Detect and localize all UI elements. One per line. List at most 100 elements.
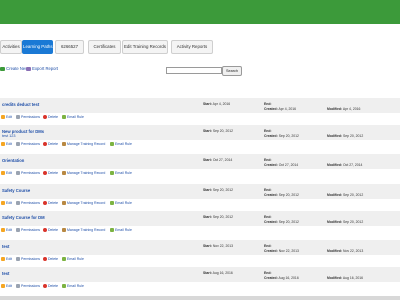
end-field: End: [264, 102, 272, 106]
mail-icon [62, 115, 66, 120]
permissions-button[interactable]: Permissions [16, 171, 41, 176]
delete-button[interactable]: Delete [43, 284, 58, 289]
end-field: End: [264, 215, 272, 219]
modified-field: Modified: Sep 20, 2012 [327, 220, 363, 224]
permissions-label: Permissions [21, 228, 41, 232]
lock-icon [16, 257, 20, 262]
tab-certificates[interactable]: Certificates [88, 40, 121, 54]
tab-learning-paths[interactable]: Learning Paths [22, 40, 53, 54]
created-label: Created: [264, 107, 278, 111]
end-field: End: [264, 129, 272, 133]
end-field: End: [264, 158, 272, 162]
edit-button[interactable]: Edit [1, 115, 12, 120]
email-rule-button[interactable]: Email Rule [62, 284, 84, 289]
email-rule-button[interactable]: Email Rule [62, 257, 84, 262]
edit-button[interactable]: Edit [1, 284, 13, 289]
path-actions: Edit Permissions Delete Email Rule [0, 114, 400, 122]
permissions-button[interactable]: Permissions [16, 257, 40, 262]
pencil-icon [1, 115, 5, 120]
tab-edit-training-records[interactable]: Edit Training Records [122, 40, 168, 54]
email-rule-button[interactable]: Email Rule [110, 171, 132, 176]
path-actions: Edit Permissions Delete Manage Training Rec… [0, 141, 400, 149]
email-rule-label: Email Rule [67, 257, 84, 261]
delete-button[interactable]: Delete [43, 228, 58, 233]
pencil-icon [1, 228, 5, 233]
permissions-button[interactable]: Permissions [16, 142, 41, 147]
email-rule-button[interactable]: Email Rule [110, 142, 132, 147]
path-name-link[interactable]: test [2, 271, 9, 276]
add-icon [0, 66, 5, 71]
path-name-link[interactable]: Safety Course [2, 188, 30, 193]
export-report-link[interactable]: Export Report [26, 66, 58, 71]
delete-button[interactable]: Delete [43, 171, 59, 176]
created-label: Created: [264, 163, 278, 167]
delete-button[interactable]: Delete [43, 201, 59, 206]
permissions-button[interactable]: Permissions [16, 284, 40, 289]
edit-label: Edit [6, 257, 13, 261]
path-name-link[interactable]: credits deduct test [2, 102, 39, 107]
edit-button[interactable]: Edit [1, 257, 13, 262]
start-value: Nov 22, 2013 [212, 244, 233, 248]
end-label: End: [264, 102, 272, 106]
edit-button[interactable]: Edit [1, 142, 12, 147]
permissions-button[interactable]: Permissions [16, 115, 40, 120]
delete-label: Delete [48, 201, 59, 205]
path-name-link[interactable]: Orientation [2, 158, 24, 163]
path-name-link[interactable]: Safety Course for DM [2, 215, 45, 220]
manage-training-record-label: Manage Training Record [67, 171, 106, 175]
delete-label: Delete [48, 171, 59, 175]
modified-value: Sep 20, 2012 [343, 220, 364, 224]
start-value: Sep 20, 2012 [212, 215, 233, 219]
lock-icon [16, 201, 20, 206]
start-field: Start: Sep 20, 2012 [203, 215, 233, 219]
search-button[interactable]: Search [222, 66, 242, 76]
search-input[interactable] [166, 67, 222, 74]
start-label: Start: [203, 244, 212, 248]
modified-label: Modified: [327, 107, 343, 111]
permissions-label: Permissions [21, 142, 41, 146]
manage-training-record-button[interactable]: Manage Training Record [62, 171, 106, 176]
created-field: Created: Sep 20, 2012 [264, 220, 299, 224]
email-rule-label: Email Rule [115, 142, 132, 146]
delete-button[interactable]: Delete [43, 115, 58, 120]
learning-path-item: test Start: Nov 22, 2013 End: Created: Nov … [0, 240, 400, 264]
footer-bar [0, 296, 400, 300]
path-name-link[interactable]: test [2, 244, 9, 249]
edit-button[interactable]: Edit [1, 228, 12, 233]
email-rule-button[interactable]: Email Rule [110, 201, 132, 206]
mail-icon [110, 171, 114, 176]
start-label: Start: [203, 129, 212, 133]
permissions-button[interactable]: Permissions [16, 201, 40, 206]
delete-button[interactable]: Delete [43, 142, 59, 147]
modified-label: Modified: [327, 276, 343, 280]
email-rule-button[interactable]: Email Rule [110, 228, 132, 233]
tab-6266527[interactable]: 6266527 [55, 40, 84, 54]
edit-button[interactable]: Edit [1, 171, 12, 176]
start-field: Start: Sep 20, 2012 [203, 188, 233, 192]
created-value: Sep 20, 2012 [278, 134, 299, 138]
pencil-icon [1, 201, 5, 206]
created-field: Created: Oct 27, 2014 [264, 163, 298, 167]
email-rule-button[interactable]: Email Rule [62, 115, 84, 120]
delete-label: Delete [48, 142, 59, 146]
delete-button[interactable]: Delete [43, 257, 58, 262]
start-field: Start: Oct 27, 2014 [203, 158, 232, 162]
learning-path-item: test Start: Aug 16, 2016 End: Created: Aug … [0, 267, 400, 291]
create-new-link[interactable]: Create New [0, 66, 28, 71]
tab-activities[interactable]: Activities [0, 40, 22, 54]
manage-training-record-button[interactable]: Manage Training Record [62, 228, 105, 233]
manage-training-record-button[interactable]: Manage Training Record [62, 142, 105, 147]
permissions-label: Permissions [21, 171, 41, 175]
manage-training-record-button[interactable]: Manage Training Record [62, 201, 105, 206]
learning-path-item: credits deduct test Start: Apr 4, 2016 End… [0, 98, 400, 122]
tab-activity-reports[interactable]: Activity Reports [171, 40, 213, 54]
modified-value: Aug 16, 2016 [342, 276, 364, 280]
delete-icon [43, 257, 47, 262]
edit-label: Edit [6, 284, 13, 288]
edit-button[interactable]: Edit [1, 201, 12, 206]
created-field: Created: Sep 20, 2012 [264, 134, 299, 138]
email-rule-label: Email Rule [67, 284, 84, 288]
permissions-button[interactable]: Permissions [16, 228, 41, 233]
modified-field: Modified: Oct 27, 2014 [327, 163, 362, 167]
start-field: Start: Aug 16, 2016 [203, 271, 233, 275]
